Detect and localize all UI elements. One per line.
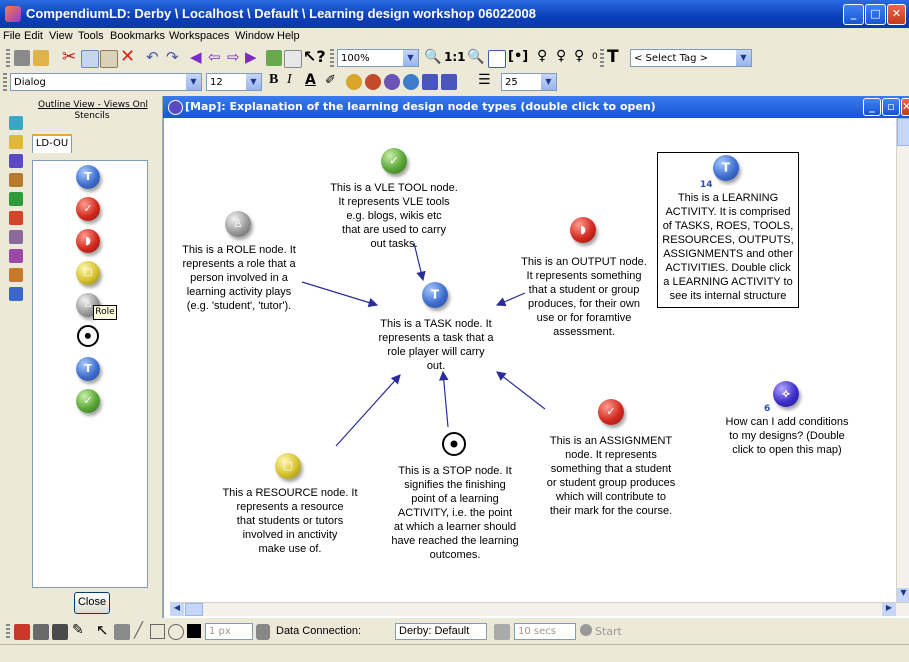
- learning-activity-label: This is a LEARNING ACTIVITY. It is compr…: [662, 192, 794, 302]
- document-icon[interactable]: [494, 624, 510, 640]
- resource-node-label: This a RESOURCE node. It represents a re…: [222, 487, 358, 555]
- horizontal-scroll-thumb[interactable]: [185, 603, 203, 616]
- horizontal-scrollbar[interactable]: ◀ ▶: [170, 602, 909, 616]
- line-width-select[interactable]: 1 px: [205, 623, 253, 640]
- role-node-label: This is a ROLE node. It represents a rol…: [182, 244, 296, 312]
- status-bar: [0, 644, 909, 662]
- assignment-node-icon[interactable]: ✓: [598, 399, 624, 425]
- scroll-down-icon[interactable]: ▼: [897, 588, 909, 602]
- color-swatch[interactable]: [187, 624, 201, 638]
- link-resource-to-task: [335, 374, 401, 447]
- map-node-icon[interactable]: ⟡: [773, 381, 799, 407]
- pencil-icon[interactable]: ✎: [72, 622, 84, 638]
- vertical-scrollbar[interactable]: ▼: [896, 118, 909, 602]
- bottom-toolbar: ✎ ↖ ╱ 1 px Data Connection: Derby: Defau…: [0, 618, 909, 661]
- stop-node-label: This is a STOP node. It signifies the fi…: [391, 465, 519, 561]
- interval-select[interactable]: 10 secs: [514, 623, 576, 640]
- fill-icon[interactable]: [114, 624, 130, 640]
- map-node-count: 6: [764, 404, 771, 414]
- vle-tool-node-label: This is a VLE TOOL node. It represents V…: [330, 182, 458, 250]
- oval-tool-icon[interactable]: [168, 624, 184, 640]
- data-connection-select[interactable]: Derby: Default: [395, 623, 487, 640]
- resource-node-icon[interactable]: ▢: [275, 453, 301, 479]
- scroll-right-icon[interactable]: ▶: [882, 603, 896, 616]
- start-button[interactable]: Start: [595, 625, 622, 638]
- learning-activity-count: 14: [700, 180, 713, 190]
- record-icon[interactable]: [580, 624, 592, 636]
- scroll-left-icon[interactable]: ◀: [170, 603, 184, 616]
- rectangle-tool-icon[interactable]: [150, 624, 165, 639]
- data-connection-label: Data Connection:: [276, 625, 361, 637]
- learning-activity-node-icon[interactable]: T: [713, 155, 739, 181]
- role-node-icon[interactable]: ♙: [225, 211, 251, 237]
- link-stop-to-task: [438, 370, 449, 428]
- line-width-value: 1 px: [209, 626, 231, 637]
- database-icon: [256, 624, 270, 640]
- data-connection-value: Derby: Default: [399, 625, 470, 637]
- pointer-icon[interactable]: ↖: [96, 621, 109, 639]
- toolbar-grip: [6, 624, 10, 640]
- output-node-label: This is an OUTPUT node. It represents so…: [521, 256, 647, 338]
- assignment-node-label: This is an ASSIGNMENT node. It represent…: [546, 435, 676, 517]
- task-node-icon[interactable]: T: [422, 282, 448, 308]
- link-role-to-task: [301, 281, 379, 308]
- vle-tool-node-icon[interactable]: ✓: [381, 148, 407, 174]
- stop-node-icon[interactable]: [442, 432, 466, 456]
- line-tool-icon[interactable]: ╱: [134, 621, 143, 639]
- output-node-icon[interactable]: ◗: [570, 217, 596, 243]
- vertical-scroll-thumb[interactable]: [897, 118, 909, 146]
- map-node-label: How can I add conditions to my designs? …: [725, 416, 849, 456]
- layer-icon[interactable]: [33, 624, 49, 640]
- task-node-label: This is a TASK node. It represents a tas…: [378, 318, 494, 372]
- link-assignment-to-task: [496, 371, 546, 410]
- interval-value: 10 secs: [518, 626, 556, 637]
- scribble-icon[interactable]: [14, 624, 30, 640]
- layer-back-icon[interactable]: [52, 624, 68, 640]
